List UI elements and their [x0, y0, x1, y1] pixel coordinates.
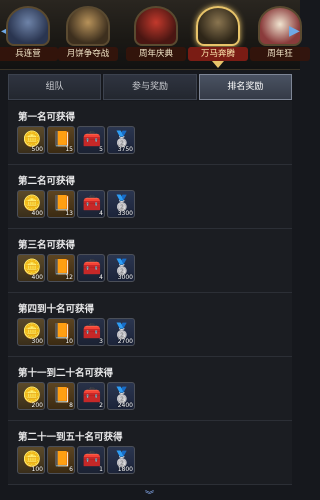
treasure-chest-item[interactable]: 🧰 3 [77, 318, 105, 346]
treasure-chest-item[interactable]: 🧰 4 [77, 190, 105, 218]
treasure-chest-item[interactable]: 🧰 1 [77, 446, 105, 474]
event-thumbnail [134, 6, 178, 46]
gold-ingot-item[interactable]: 🪙 200 [17, 382, 45, 410]
event-thumbnail [66, 6, 110, 46]
gold-ingot-item[interactable]: 🪙 500 [17, 126, 45, 154]
treasure-chest-item[interactable]: 🧰 5 [77, 126, 105, 154]
event-tab-0[interactable]: 兵连营 [0, 2, 58, 68]
book-item[interactable]: 📙 8 [47, 382, 75, 410]
book-item[interactable]: 📙 15 [47, 126, 75, 154]
event-label: 兵连营 [0, 47, 58, 61]
tab-participation-reward[interactable]: 参与奖励 [103, 74, 197, 100]
reward-group-rank-1: 第一名可获得 🪙 500 📙 15 🧰 5 🥈 3750 [8, 101, 292, 165]
event-label: 周年狂 [250, 47, 310, 61]
gold-ingot-item[interactable]: 🪙 400 [17, 190, 45, 218]
tab-ranking-reward[interactable]: 排名奖励 [198, 74, 292, 100]
event-tab-2[interactable]: 周年庆典 [126, 2, 186, 68]
event-label: 月饼争夺战 [58, 47, 118, 61]
silver-coin-item[interactable]: 🥈 1800 [107, 446, 135, 474]
reward-group-title: 第四到十名可获得 [18, 304, 95, 315]
book-item[interactable]: 📙 12 [47, 254, 75, 282]
event-label: 万马奔腾 [188, 47, 248, 61]
reward-list[interactable]: 第一名可获得 🪙 500 📙 15 🧰 5 🥈 3750 第二名可获得 🪙 400 📙 13… [8, 101, 292, 500]
reward-group-rank-21-50: 第二十一到五十名可获得 🪙 100 📙 6 🧰 1 🥈 1800 [8, 421, 292, 485]
silver-coin-item[interactable]: 🥈 3750 [107, 126, 135, 154]
event-tab-3[interactable]: 万马奔腾 [188, 2, 248, 68]
gold-ingot-item[interactable]: 🪙 300 [17, 318, 45, 346]
silver-coin-item[interactable]: 🥈 3000 [107, 254, 135, 282]
reward-group-title: 第十一到二十名可获得 [18, 368, 114, 379]
reward-group-rank-2: 第二名可获得 🪙 400 📙 13 🧰 4 🥈 3300 [8, 165, 292, 229]
event-tab-1[interactable]: 月饼争夺战 [58, 2, 118, 68]
book-item[interactable]: 📙 10 [47, 318, 75, 346]
reward-group-rank-11-20: 第十一到二十名可获得 🪙 200 📙 8 🧰 2 🥈 2400 [8, 357, 292, 421]
reward-tabs: 组队 参与奖励 排名奖励 [8, 74, 292, 100]
treasure-chest-item[interactable]: 🧰 2 [77, 382, 105, 410]
scroll-down-chevron-icon[interactable]: ︾ [145, 488, 154, 500]
book-item[interactable]: 📙 13 [47, 190, 75, 218]
reward-group-title: 第一名可获得 [18, 112, 76, 123]
book-item[interactable]: 📙 6 [47, 446, 75, 474]
event-label: 周年庆典 [126, 47, 186, 61]
tab-team[interactable]: 组队 [8, 74, 102, 100]
treasure-chest-item[interactable]: 🧰 4 [77, 254, 105, 282]
reward-group-title: 第二名可获得 [18, 176, 76, 187]
selected-indicator-icon [212, 61, 224, 68]
event-strip: ◀ 兵连营 月饼争夺战 周年庆典 万马奔腾 周年狂 ▶ [0, 0, 310, 70]
gold-ingot-item[interactable]: 🪙 100 [17, 446, 45, 474]
silver-coin-item[interactable]: 🥈 2400 [107, 382, 135, 410]
event-thumbnail [6, 6, 50, 46]
silver-coin-item[interactable]: 🥈 3300 [107, 190, 135, 218]
scroll-right-arrow-icon[interactable]: ▶ [289, 22, 300, 40]
reward-group-rank-3: 第三名可获得 🪙 400 📙 12 🧰 4 🥈 3000 [8, 229, 292, 293]
event-thumbnail [196, 6, 240, 46]
gold-ingot-item[interactable]: 🪙 400 [17, 254, 45, 282]
reward-group-rank-4-10: 第四到十名可获得 🪙 300 📙 10 🧰 3 🥈 2700 [8, 293, 292, 357]
reward-group-title: 第二十一到五十名可获得 [18, 432, 123, 443]
reward-group-title: 第三名可获得 [18, 240, 76, 251]
silver-coin-item[interactable]: 🥈 2700 [107, 318, 135, 346]
